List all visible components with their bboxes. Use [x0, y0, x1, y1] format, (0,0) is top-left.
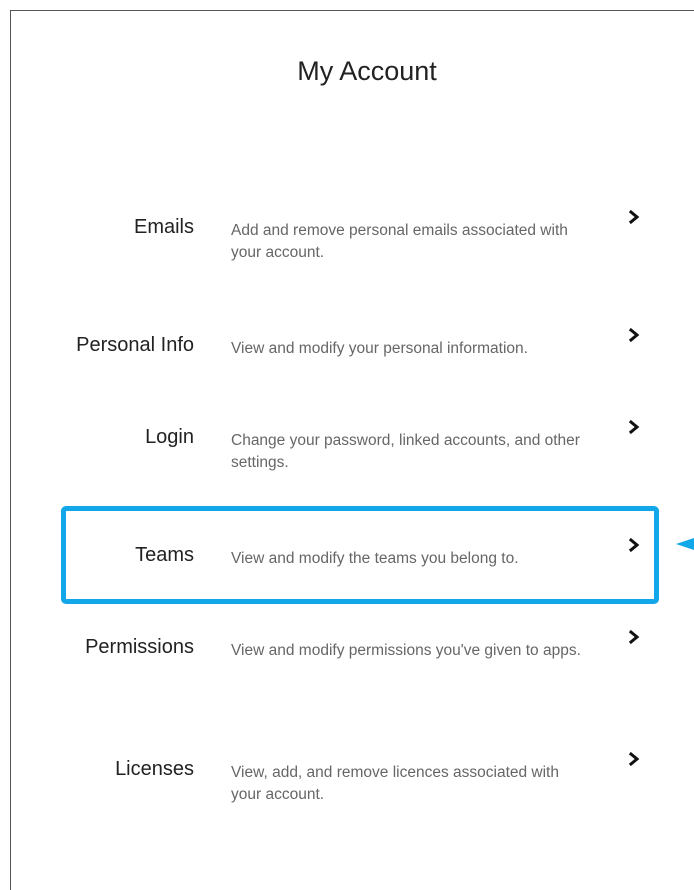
row-label: Personal Info — [76, 334, 194, 356]
row-label: Emails — [133, 216, 194, 238]
row-description: View, add, and remove licences associate… — [231, 764, 559, 803]
chevron-right-icon[interactable] — [628, 328, 640, 342]
row-description: Change your password, linked accounts, a… — [231, 432, 580, 471]
row-label: Teams — [135, 544, 194, 566]
row-description: View and modify the teams you belong to. — [231, 550, 519, 567]
row-description: View and modify permissions you've given… — [231, 642, 581, 659]
row-label: Login — [145, 426, 194, 448]
chevron-right-icon[interactable] — [628, 210, 640, 224]
row-description: View and modify your personal informatio… — [231, 340, 528, 357]
row-label: Licenses — [115, 758, 194, 780]
page-title: My Account — [297, 56, 437, 86]
chevron-right-icon[interactable] — [628, 420, 640, 434]
chevron-right-icon[interactable] — [628, 630, 640, 644]
chevron-right-icon[interactable] — [628, 538, 640, 552]
chevron-right-icon[interactable] — [628, 752, 640, 766]
row-label: Permissions — [85, 636, 194, 658]
row-description: Add and remove personal emails associate… — [231, 222, 568, 261]
